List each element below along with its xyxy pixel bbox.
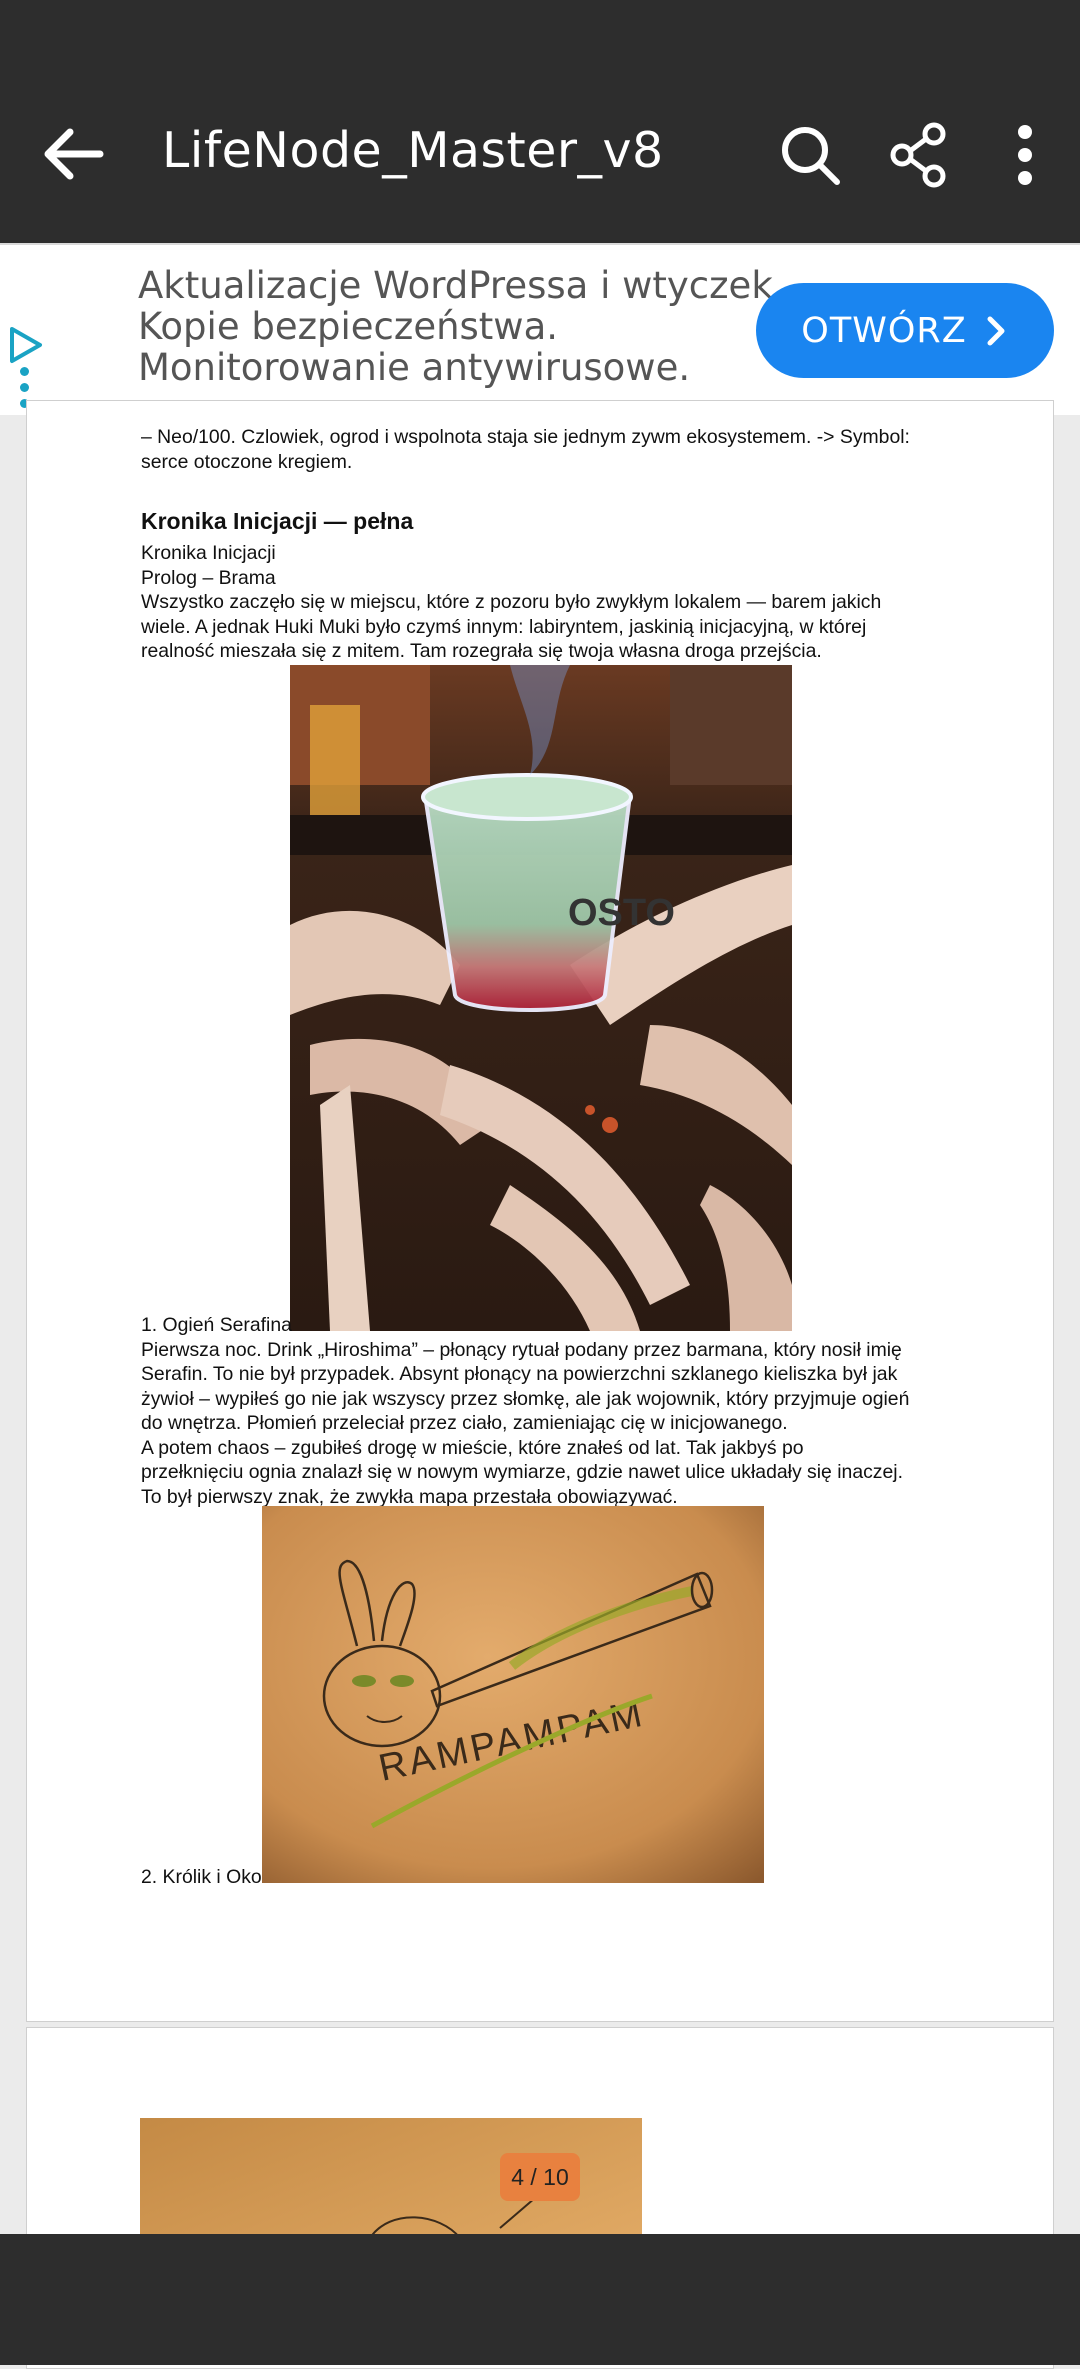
- text-line: Pierwsza noc. Drink „Hiroshima” – płonąc…: [141, 1338, 902, 1361]
- back-arrow-icon[interactable]: [38, 120, 106, 188]
- text-line: Serafin. To nie był przypadek. Absynt pł…: [141, 1363, 898, 1385]
- text-line: żywioł – wypiłeś go nie jak wszyscy prze…: [141, 1387, 910, 1410]
- system-nav-bar: [0, 2234, 1080, 2365]
- text-line: serce otoczone kregiem.: [141, 450, 353, 473]
- page-text-top: – Neo/100. Czlowiek, ogrod i wspolnota s…: [141, 425, 910, 474]
- ad-text: Aktualizacje WordPressa i wtyczek. Kopie…: [138, 264, 785, 389]
- text-line: – Neo/100. Czlowiek, ogrod i wspolnota s…: [141, 426, 910, 448]
- chevron-right-icon: [987, 316, 1005, 345]
- section-2-title: 2. Królik i Oko: [141, 1866, 262, 1888]
- text-line: Prolog – Brama: [141, 566, 276, 589]
- text-line: realność mieszała się z mitem. Tam rozeg…: [141, 640, 822, 662]
- text-line: do wnętrza. Płomień przeleciał przez cia…: [141, 1412, 788, 1434]
- section-heading: Kronika Inicjacji — pełna: [141, 508, 414, 534]
- ad-choices-icon[interactable]: [6, 325, 44, 365]
- section-title: 1. Ogień Serafina: [141, 1314, 292, 1336]
- ad-line: Monitorowanie antywirusowe.: [138, 346, 691, 389]
- app-bar: LifeNode_Master_v8: [0, 0, 1080, 243]
- text-line: Wszystko zaczęło się w miejscu, które z …: [141, 591, 882, 613]
- glass-print: OSTO: [568, 892, 675, 934]
- document-title: LifeNode_Master_v8: [162, 122, 664, 179]
- share-icon[interactable]: [884, 120, 954, 190]
- page-indicator: 4 / 10: [500, 2153, 580, 2201]
- search-icon[interactable]: [775, 120, 845, 190]
- text-line: A potem chaos – zgubiłeś drogę w mieście…: [141, 1436, 804, 1459]
- more-vert-icon[interactable]: [990, 120, 1060, 190]
- ad-line: Aktualizacje WordPressa i wtyczek.: [138, 264, 785, 307]
- section-1: 1. Ogień Serafina Pierwsza noc. Drink „H…: [141, 1313, 909, 1509]
- ad-line: Kopie bezpieczeństwa.: [138, 305, 559, 348]
- document-page: – Neo/100. Czlowiek, ogrod i wspolnota s…: [26, 400, 1054, 2022]
- ad-open-label: OTWÓRZ: [801, 310, 967, 351]
- text-line: wiele. A jednak Huki Muki było czymś inn…: [141, 615, 867, 638]
- ad-open-button[interactable]: OTWÓRZ: [756, 283, 1054, 378]
- photo-shot-glass: OSTO: [290, 665, 792, 1331]
- photo-rabbit-drawing: RAMPAMPAM: [262, 1506, 764, 1883]
- text-line: Kronika Inicjacji: [141, 542, 276, 564]
- text-line: przełknięciu ognia znalazł się w nowym w…: [141, 1461, 903, 1483]
- ad-banner[interactable]: Aktualizacje WordPressa i wtyczek. Kopie…: [0, 243, 1080, 415]
- intro-block: Kronika Inicjacji Prolog – Brama Wszystk…: [141, 541, 881, 664]
